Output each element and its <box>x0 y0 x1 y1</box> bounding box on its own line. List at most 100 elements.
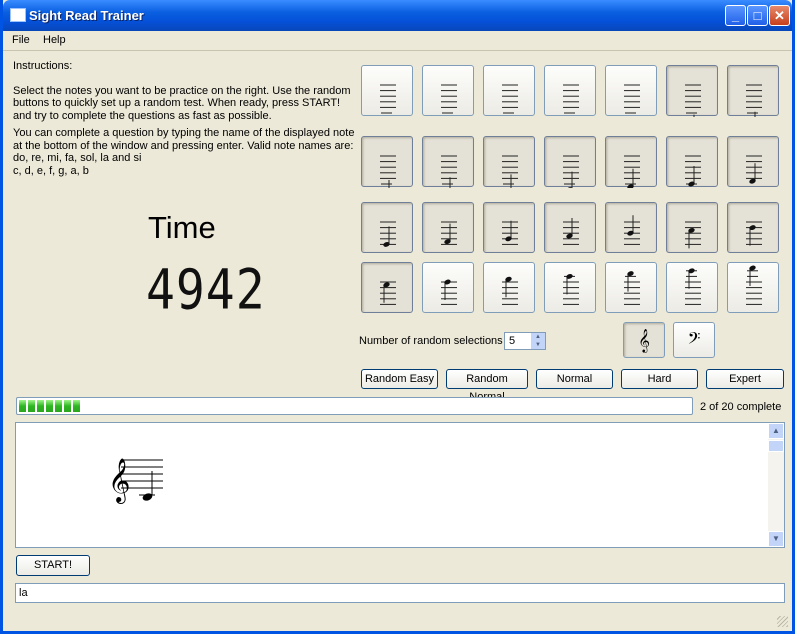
bass-clef-icon: 𝄢 <box>687 328 701 352</box>
note-icon <box>502 220 518 245</box>
note-button-3[interactable] <box>483 65 535 116</box>
note-button-4[interactable] <box>544 65 596 116</box>
note-button-5[interactable] <box>605 65 657 116</box>
note-icon <box>380 221 396 247</box>
note-icon <box>746 265 762 305</box>
window-title: Sight Read Trainer <box>29 8 144 23</box>
instructions-text-2: You can complete a question by typing th… <box>13 127 355 164</box>
note-button-27[interactable] <box>666 262 718 313</box>
note-icon <box>380 84 396 114</box>
random-normal-button[interactable]: Random Normal <box>446 369 528 403</box>
scroll-thumb[interactable] <box>768 440 784 452</box>
start-button[interactable]: START! <box>16 555 90 576</box>
note-icon <box>441 279 457 305</box>
note-button-20[interactable] <box>666 202 718 253</box>
note-icon <box>746 155 762 184</box>
note-icon <box>563 155 579 188</box>
note-button-25[interactable] <box>544 262 596 313</box>
note-button-14[interactable] <box>727 136 779 187</box>
scroll-up-icon[interactable]: ▲ <box>768 423 784 439</box>
note-icon <box>746 84 762 117</box>
note-button-13[interactable] <box>666 136 718 187</box>
note-button-11[interactable] <box>544 136 596 188</box>
progress-text: 2 of 20 complete <box>700 401 782 413</box>
note-icon <box>624 155 640 188</box>
progress-segment <box>37 400 44 412</box>
note-button-17[interactable] <box>483 202 535 253</box>
progress-fill <box>19 400 80 412</box>
note-icon <box>380 155 396 188</box>
note-icon <box>746 221 762 246</box>
note-button-15[interactable] <box>361 202 413 253</box>
note-icon <box>624 271 640 305</box>
note-button-2[interactable] <box>422 65 474 116</box>
menu-file[interactable]: File <box>12 34 30 46</box>
note-icon <box>624 84 640 114</box>
note-button-21[interactable] <box>727 202 779 253</box>
note-button-28[interactable] <box>727 262 779 313</box>
staff-note-image: 𝄞 <box>108 458 163 504</box>
note-icon <box>441 221 457 245</box>
note-button-24[interactable] <box>483 262 535 313</box>
scroll-down-icon[interactable]: ▼ <box>768 531 784 547</box>
note-icon <box>502 276 518 305</box>
note-button-9[interactable] <box>422 136 474 188</box>
expert-button[interactable]: Expert <box>706 369 784 389</box>
progress-segment <box>46 400 53 412</box>
note-icon <box>563 84 579 114</box>
note-button-22[interactable] <box>361 262 413 313</box>
note-button-23[interactable] <box>422 262 474 313</box>
menu-bar: File Help <box>3 31 792 51</box>
progress-bar <box>16 397 693 415</box>
normal-button[interactable]: Normal <box>536 369 613 389</box>
title-bar[interactable]: Sight Read Trainer _ □ ✕ <box>3 0 792 31</box>
note-button-12[interactable] <box>605 136 657 188</box>
note-button-18[interactable] <box>544 202 596 253</box>
note-icon <box>380 281 396 305</box>
note-icon <box>563 273 579 305</box>
resize-grip-icon[interactable] <box>777 616 788 627</box>
progress-segment <box>73 400 80 412</box>
note-icon <box>441 84 457 114</box>
maximize-button[interactable]: □ <box>747 5 768 26</box>
treble-clef-icon: 𝄞 <box>638 328 650 352</box>
note-icon <box>685 221 701 249</box>
note-button-19[interactable] <box>605 202 657 253</box>
time-value: 4942 <box>146 258 266 323</box>
random-selections-label: Number of random selections <box>359 335 503 347</box>
app-window: Sight Read Trainer _ □ ✕ File Help Instr… <box>0 0 795 634</box>
note-button-10[interactable] <box>483 136 535 188</box>
note-icon <box>502 84 518 114</box>
menu-help[interactable]: Help <box>43 34 66 46</box>
instructions: Instructions: Select the notes you want … <box>13 60 355 182</box>
note-button-8[interactable] <box>361 136 413 188</box>
hard-button[interactable]: Hard <box>621 369 698 389</box>
treble-clef-button[interactable]: 𝄞 <box>623 322 665 358</box>
app-icon <box>10 8 26 22</box>
note-icon <box>685 84 701 117</box>
note-button-6[interactable] <box>666 65 718 117</box>
progress-segment <box>28 400 35 412</box>
note-icon <box>685 268 701 305</box>
note-button-1[interactable] <box>361 65 413 116</box>
vertical-scrollbar[interactable]: ▲ ▼ <box>768 423 784 547</box>
spin-up-icon[interactable]: ▲ <box>531 333 545 341</box>
minimize-button[interactable]: _ <box>725 5 746 26</box>
close-button[interactable]: ✕ <box>769 5 790 26</box>
note-icon <box>563 218 579 245</box>
note-button-7[interactable] <box>727 65 779 117</box>
note-button-26[interactable] <box>605 262 657 313</box>
note-button-16[interactable] <box>422 202 474 253</box>
note-icon <box>624 215 640 245</box>
bass-clef-button[interactable]: 𝄢 <box>673 322 715 358</box>
random-selections-spinbox[interactable]: 5 ▲ ▼ <box>504 332 546 350</box>
staff-display: 𝄞 ▲ ▼ <box>15 422 785 548</box>
answer-input[interactable] <box>15 583 785 603</box>
spin-down-icon[interactable]: ▼ <box>531 341 545 349</box>
random-easy-button[interactable]: Random Easy <box>361 369 438 389</box>
instructions-heading: Instructions: <box>13 60 73 72</box>
note-icon <box>502 155 518 188</box>
note-icon <box>441 155 457 188</box>
progress-segment <box>55 400 62 412</box>
instructions-text-3: c, d, e, f, g, a, b <box>13 164 89 177</box>
